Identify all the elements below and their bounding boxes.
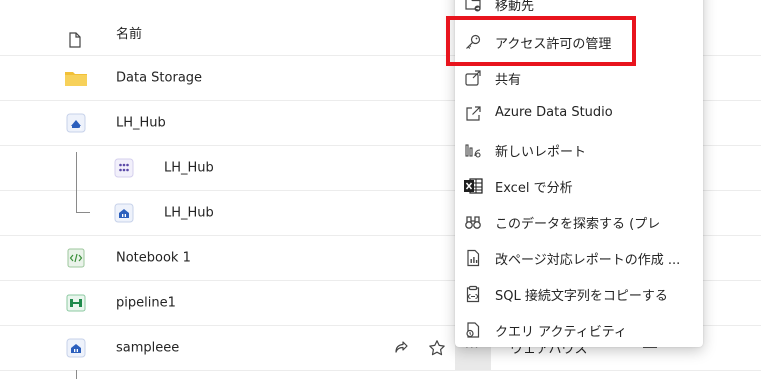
- item-name[interactable]: sampleee: [116, 341, 179, 356]
- open-external-icon: [463, 104, 483, 124]
- menu-item-create-paginated-report[interactable]: 改ページ対応レポートの作成 ...: [455, 240, 703, 276]
- key-icon: [463, 32, 483, 52]
- notebook-icon: [66, 248, 86, 268]
- menu-item-label: 新しいレポート: [495, 145, 587, 160]
- report-icon: [463, 140, 483, 160]
- sql-endpoint-icon: [114, 203, 134, 223]
- item-name[interactable]: LH_Hub: [164, 161, 214, 176]
- row-actions: [391, 338, 447, 358]
- menu-item-azure-data-studio[interactable]: Azure Data Studio: [455, 96, 703, 132]
- lakehouse-icon: ≈: [66, 113, 86, 133]
- share-icon: [463, 68, 483, 88]
- item-name[interactable]: pipeline1: [116, 296, 176, 311]
- semantic-model-icon: [114, 158, 134, 178]
- menu-item-label: このデータを探索する (プレ: [495, 217, 661, 232]
- item-name[interactable]: Notebook 1: [116, 251, 191, 266]
- item-name[interactable]: LH_Hub: [164, 206, 214, 221]
- clipboard-link-icon: [463, 284, 483, 304]
- query-activity-icon: [463, 320, 483, 340]
- menu-item-label: 移動先: [495, 0, 535, 14]
- menu-item-manage-permissions[interactable]: アクセス許可の管理: [455, 24, 703, 60]
- column-header-name[interactable]: 名前: [116, 23, 142, 42]
- svg-text:≈: ≈: [78, 126, 82, 132]
- menu-item-new-report[interactable]: 新しいレポート: [455, 132, 703, 168]
- context-menu: 移動先 アクセス許可の管理 共有 Azure Data Studio 新しいレポ: [455, 0, 703, 347]
- excel-icon: [463, 176, 483, 196]
- paginated-report-icon: [463, 248, 483, 268]
- menu-item-label: アクセス許可の管理: [495, 37, 612, 52]
- menu-item-move-to[interactable]: 移動先: [455, 0, 703, 22]
- share-icon[interactable]: [391, 338, 411, 358]
- menu-item-query-activity[interactable]: クエリ アクティビティ: [455, 312, 703, 348]
- menu-item-label: Azure Data Studio: [495, 105, 613, 120]
- menu-item-share[interactable]: 共有: [455, 60, 703, 96]
- menu-item-label: クエリ アクティビティ: [495, 325, 627, 340]
- item-name[interactable]: LH_Hub: [116, 116, 166, 131]
- menu-item-label: 改ページ対応レポートの作成 ...: [495, 253, 681, 268]
- item-name[interactable]: Data Storage: [116, 71, 202, 86]
- tree-connector: [76, 212, 90, 213]
- binoculars-icon: [463, 212, 483, 232]
- menu-item-analyze-in-excel[interactable]: Excel で分析: [455, 168, 703, 204]
- menu-item-copy-sql-connection-string[interactable]: SQL 接続文字列をコピーする: [455, 276, 703, 312]
- menu-item-label: Excel で分析: [495, 181, 573, 196]
- menu-item-label: SQL 接続文字列をコピーする: [495, 289, 668, 304]
- warehouse-icon: [66, 338, 86, 358]
- tree-connector: [76, 370, 77, 379]
- move-to-icon: [463, 0, 483, 14]
- tree-connector: [76, 152, 77, 212]
- folder-icon: [64, 69, 88, 87]
- document-icon: [68, 32, 82, 48]
- favorite-star-icon[interactable]: [427, 338, 447, 358]
- menu-item-label: 共有: [495, 73, 522, 88]
- workspace-view: 名前 Data Storage ≈ LH_Hub LH_Hub LH_Hub N…: [0, 0, 761, 379]
- pipeline-icon: [66, 293, 86, 313]
- menu-item-explore-data[interactable]: このデータを探索する (プレ: [455, 204, 703, 240]
